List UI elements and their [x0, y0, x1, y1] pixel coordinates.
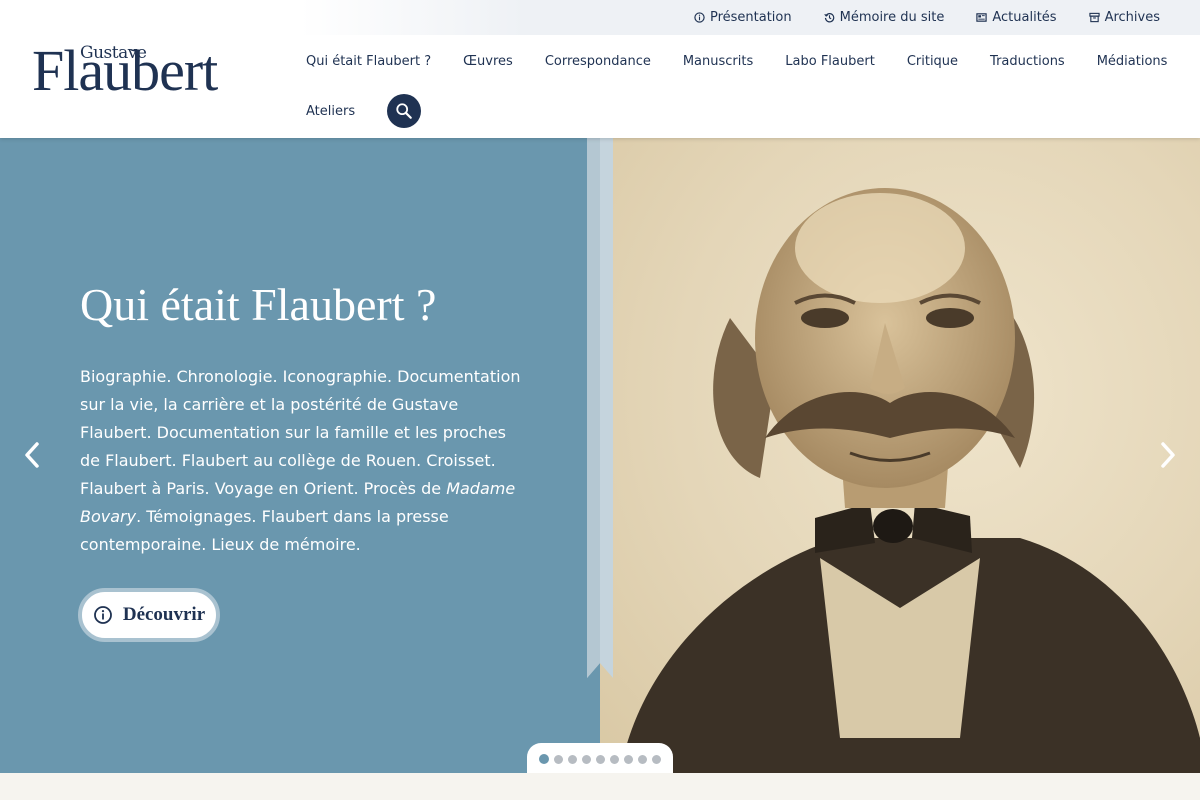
- info-icon: [694, 12, 705, 23]
- portrait-illustration: [620, 188, 1200, 773]
- carousel-dot[interactable]: [638, 754, 647, 764]
- utility-link-label: Mémoire du site: [839, 10, 945, 25]
- nav-item-labo-flaubert[interactable]: Labo Flaubert: [769, 54, 891, 69]
- newspaper-icon: [976, 13, 988, 22]
- discover-button-label: Découvrir: [122, 604, 206, 625]
- nav-item-mediations[interactable]: Médiations: [1081, 54, 1184, 69]
- search-button[interactable]: [387, 94, 422, 128]
- logo-firstname: Gustave: [80, 43, 147, 63]
- nav-row: Qui était Flaubert ? Œuvres Correspondan…: [290, 40, 1170, 82]
- nav-item-critique[interactable]: Critique: [891, 54, 974, 69]
- site-header: Présentation Mémoire du site Actualités …: [0, 0, 1200, 138]
- utility-bar: Présentation Mémoire du site Actualités …: [300, 0, 1200, 35]
- nav-item-qui-etait-flaubert[interactable]: Qui était Flaubert ?: [290, 54, 447, 69]
- nav-item-ateliers[interactable]: Ateliers: [290, 104, 371, 119]
- history-icon: [823, 13, 834, 23]
- utility-link-label: Archives: [1104, 10, 1160, 25]
- nav-row: Ateliers: [290, 90, 1170, 132]
- search-icon: [396, 103, 412, 119]
- carousel-prev-button[interactable]: [20, 440, 44, 470]
- carousel-dot[interactable]: [568, 754, 577, 764]
- carousel-dot[interactable]: [582, 754, 591, 764]
- flaubert-portrait-image: [600, 138, 1200, 773]
- archive-icon: [1088, 12, 1100, 23]
- hero-description: Biographie. Chronologie. Iconographie. D…: [80, 363, 530, 559]
- carousel-pagination: [527, 743, 673, 773]
- carousel-dot[interactable]: [554, 754, 563, 764]
- utility-link-actualites[interactable]: Actualités: [976, 10, 1057, 25]
- carousel-next-button[interactable]: [1156, 440, 1180, 470]
- chevron-right-icon: [1161, 442, 1175, 468]
- nav-item-oeuvres[interactable]: Œuvres: [447, 54, 529, 69]
- site-logo[interactable]: Flaubert Gustave: [32, 40, 252, 100]
- utility-link-memoire[interactable]: Mémoire du site: [823, 10, 945, 25]
- discover-button[interactable]: Découvrir: [78, 588, 220, 642]
- hero-title: Qui était Flaubert ?: [80, 279, 437, 330]
- carousel-dot[interactable]: [652, 754, 661, 764]
- utility-link-label: Présentation: [709, 10, 792, 25]
- nav-item-manuscrits[interactable]: Manuscrits: [667, 54, 769, 69]
- utility-link-archives[interactable]: Archives: [1088, 10, 1160, 25]
- carousel-dot[interactable]: [539, 754, 549, 764]
- carousel-dot[interactable]: [624, 754, 633, 764]
- page-background-band: [0, 773, 1200, 800]
- chevron-left-icon: [25, 442, 39, 468]
- main-navigation: Qui était Flaubert ? Œuvres Correspondan…: [290, 40, 1170, 132]
- info-icon: [93, 606, 112, 624]
- utility-links: Présentation Mémoire du site Actualités …: [694, 0, 1160, 35]
- carousel-dot[interactable]: [610, 754, 619, 764]
- hero-text-panel: Qui était Flaubert ? Biographie. Chronol…: [0, 138, 600, 773]
- bookmark-ribbon: [587, 138, 613, 678]
- utility-link-presentation[interactable]: Présentation: [694, 10, 792, 25]
- utility-link-label: Actualités: [992, 10, 1057, 25]
- hero-description-text: . Témoignages. Flaubert dans la presse c…: [80, 507, 449, 554]
- nav-item-traductions[interactable]: Traductions: [974, 54, 1081, 69]
- carousel-dot[interactable]: [596, 754, 605, 764]
- nav-item-correspondance[interactable]: Correspondance: [529, 54, 667, 69]
- hero-carousel: Qui était Flaubert ? Biographie. Chronol…: [0, 138, 1200, 773]
